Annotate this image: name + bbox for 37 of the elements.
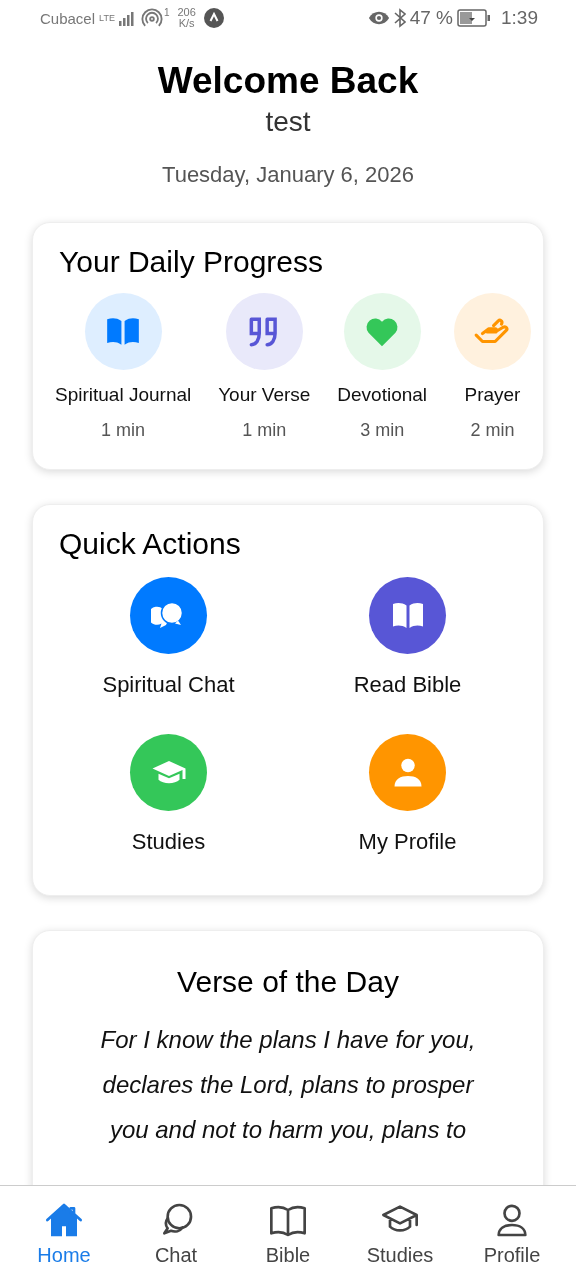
battery-percent: 47 % [409,7,453,29]
activity-duration: 1 min [242,420,287,441]
card-title: Quick Actions [59,527,242,561]
nav-tab[interactable]: Bible [236,1195,340,1271]
battery-icon [457,9,491,27]
carrier-name: Cubacel [40,10,96,26]
username: test [265,106,311,138]
nav-tab[interactable]: Studies [348,1195,452,1271]
quick-action-label[interactable]: Spiritual Chat [102,672,235,698]
verse-text: For I know the plans I have for you, declares the Lord, plans to prosper you and not to harm you, plans to [99,1025,477,1145]
clock-time: 1:39 [501,7,538,29]
welcome-title: Welcome Back [157,60,419,102]
activity-duration: 1 min [101,420,146,441]
current-date: Tuesday, January 6, 2026 [162,162,414,188]
card-title: Verse of the Day [176,965,400,999]
network-type: LTE [99,13,115,23]
quick-action-label[interactable]: Studies [131,829,206,855]
activity-label: Spiritual Journal [55,384,192,406]
app-notification-icon [203,8,224,28]
eye-icon [367,10,390,26]
network-speed: 206 [177,7,196,18]
bluetooth-icon [393,8,406,28]
signal-icon [118,10,137,26]
activity-duration: 2 min [470,420,515,441]
quick-action-label[interactable]: My Profile [358,829,457,855]
nav-tab[interactable]: Profile [460,1195,564,1271]
activity-label: Devotional [337,384,428,406]
activity-label: Your Verse [218,384,311,406]
nav-tab[interactable]: Chat [124,1195,228,1271]
card-title: Your Daily Progress [59,245,324,279]
nav-tab[interactable]: Home [12,1195,116,1271]
quick-action-label[interactable]: Read Bible [353,672,462,698]
activity-duration: 3 min [360,420,405,441]
hotspot-count: 1 [163,7,170,18]
hotspot-icon [140,7,163,29]
activity-label: Prayer [464,384,521,406]
speed-unit: K/s [178,18,195,29]
